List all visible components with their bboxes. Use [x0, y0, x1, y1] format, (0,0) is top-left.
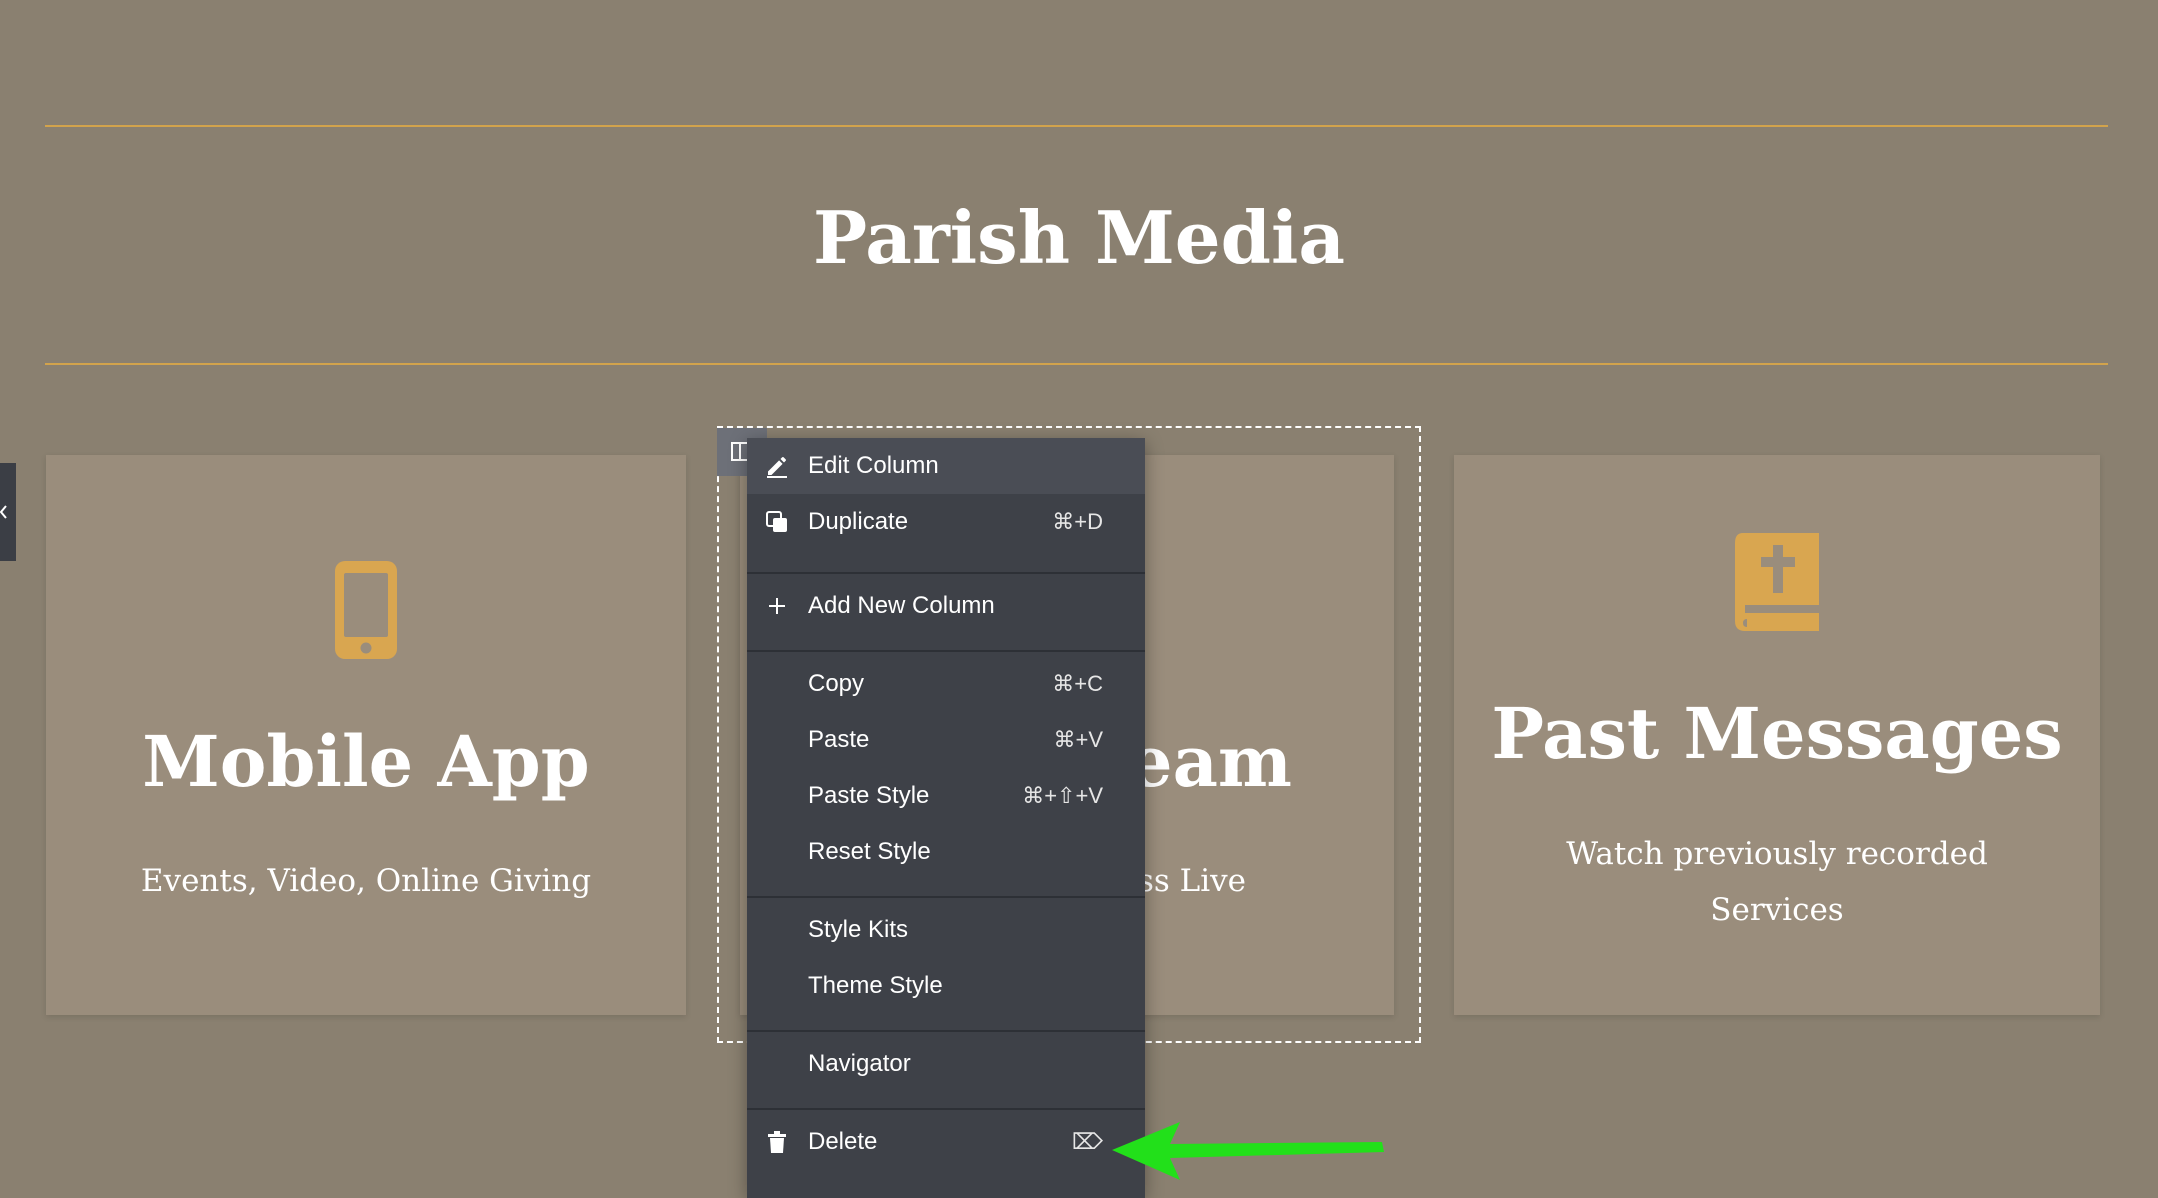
top-divider: [45, 125, 2108, 127]
menu-separator: [747, 1030, 1145, 1032]
card-past-messages[interactable]: Past Messages Watch previously recorded …: [1454, 455, 2100, 1015]
card-title: Mobile App: [142, 720, 590, 803]
pencil-icon: [767, 457, 787, 478]
menu-item-copy[interactable]: Copy ⌘+C: [747, 656, 1145, 712]
menu-item-theme-style[interactable]: Theme Style: [747, 958, 1145, 1014]
bottom-divider: [45, 363, 2108, 365]
menu-item-reset-style[interactable]: Reset Style: [747, 824, 1145, 880]
menu-label: Add New Column: [808, 592, 995, 619]
arrow-left-icon: [1112, 1122, 1384, 1180]
menu-label: Edit Column: [808, 452, 939, 479]
context-menu: Edit Column Duplicate ⌘+D Add New Column…: [747, 438, 1145, 1198]
card-text: Events, Video, Online Giving: [140, 863, 592, 899]
card-title: Past Messages: [1491, 692, 2063, 775]
menu-item-edit-column[interactable]: Edit Column: [747, 438, 1145, 494]
trash-icon: [768, 1131, 786, 1153]
card-mobile-app[interactable]: Mobile App Events, Video, Online Giving: [46, 455, 686, 1015]
menu-label: Paste Style: [808, 782, 930, 809]
menu-item-style-kits[interactable]: Style Kits: [747, 902, 1145, 958]
menu-separator: [747, 1108, 1145, 1110]
page-title: Parish Media: [813, 195, 1345, 280]
menu-label: Navigator: [808, 1050, 911, 1077]
plus-icon: [769, 598, 785, 614]
menu-label: Style Kits: [808, 916, 909, 943]
card-text-line-2: Services: [1710, 892, 1844, 928]
menu-label: Delete: [808, 1128, 878, 1155]
menu-label: Duplicate: [808, 508, 909, 535]
menu-shortcut: ⌘+D: [1052, 509, 1103, 534]
menu-separator: [747, 896, 1145, 898]
menu-item-add-new-column[interactable]: Add New Column: [747, 578, 1145, 634]
menu-item-paste-style[interactable]: Paste Style ⌘+⇧+V: [747, 768, 1145, 824]
menu-label: Paste: [808, 726, 870, 753]
mobile-phone-icon: [333, 559, 399, 661]
menu-label: Copy: [808, 670, 865, 697]
panel-toggle-tab[interactable]: [0, 463, 16, 561]
card-text-line-1: Watch previously recorded: [1566, 836, 1988, 872]
menu-separator: [747, 650, 1145, 652]
menu-shortcut: ⌘+⇧+V: [1022, 783, 1103, 808]
bible-icon: [1733, 531, 1823, 633]
menu-shortcut: ⌘+V: [1053, 727, 1103, 752]
menu-shortcut-delete-key: ⌦: [1071, 1129, 1103, 1154]
menu-item-duplicate[interactable]: Duplicate ⌘+D: [747, 494, 1145, 550]
menu-item-navigator[interactable]: Navigator: [747, 1036, 1145, 1092]
chevron-left-icon: [0, 505, 7, 519]
menu-label: Reset Style: [808, 838, 931, 865]
menu-label: Theme Style: [808, 972, 943, 999]
menu-item-paste[interactable]: Paste ⌘+V: [747, 712, 1145, 768]
duplicate-icon: [766, 511, 787, 532]
green-arrow-annotation: [1110, 1118, 1390, 1189]
menu-shortcut: ⌘+C: [1052, 671, 1103, 696]
menu-separator: [747, 572, 1145, 574]
menu-item-delete[interactable]: Delete ⌦: [747, 1114, 1145, 1170]
